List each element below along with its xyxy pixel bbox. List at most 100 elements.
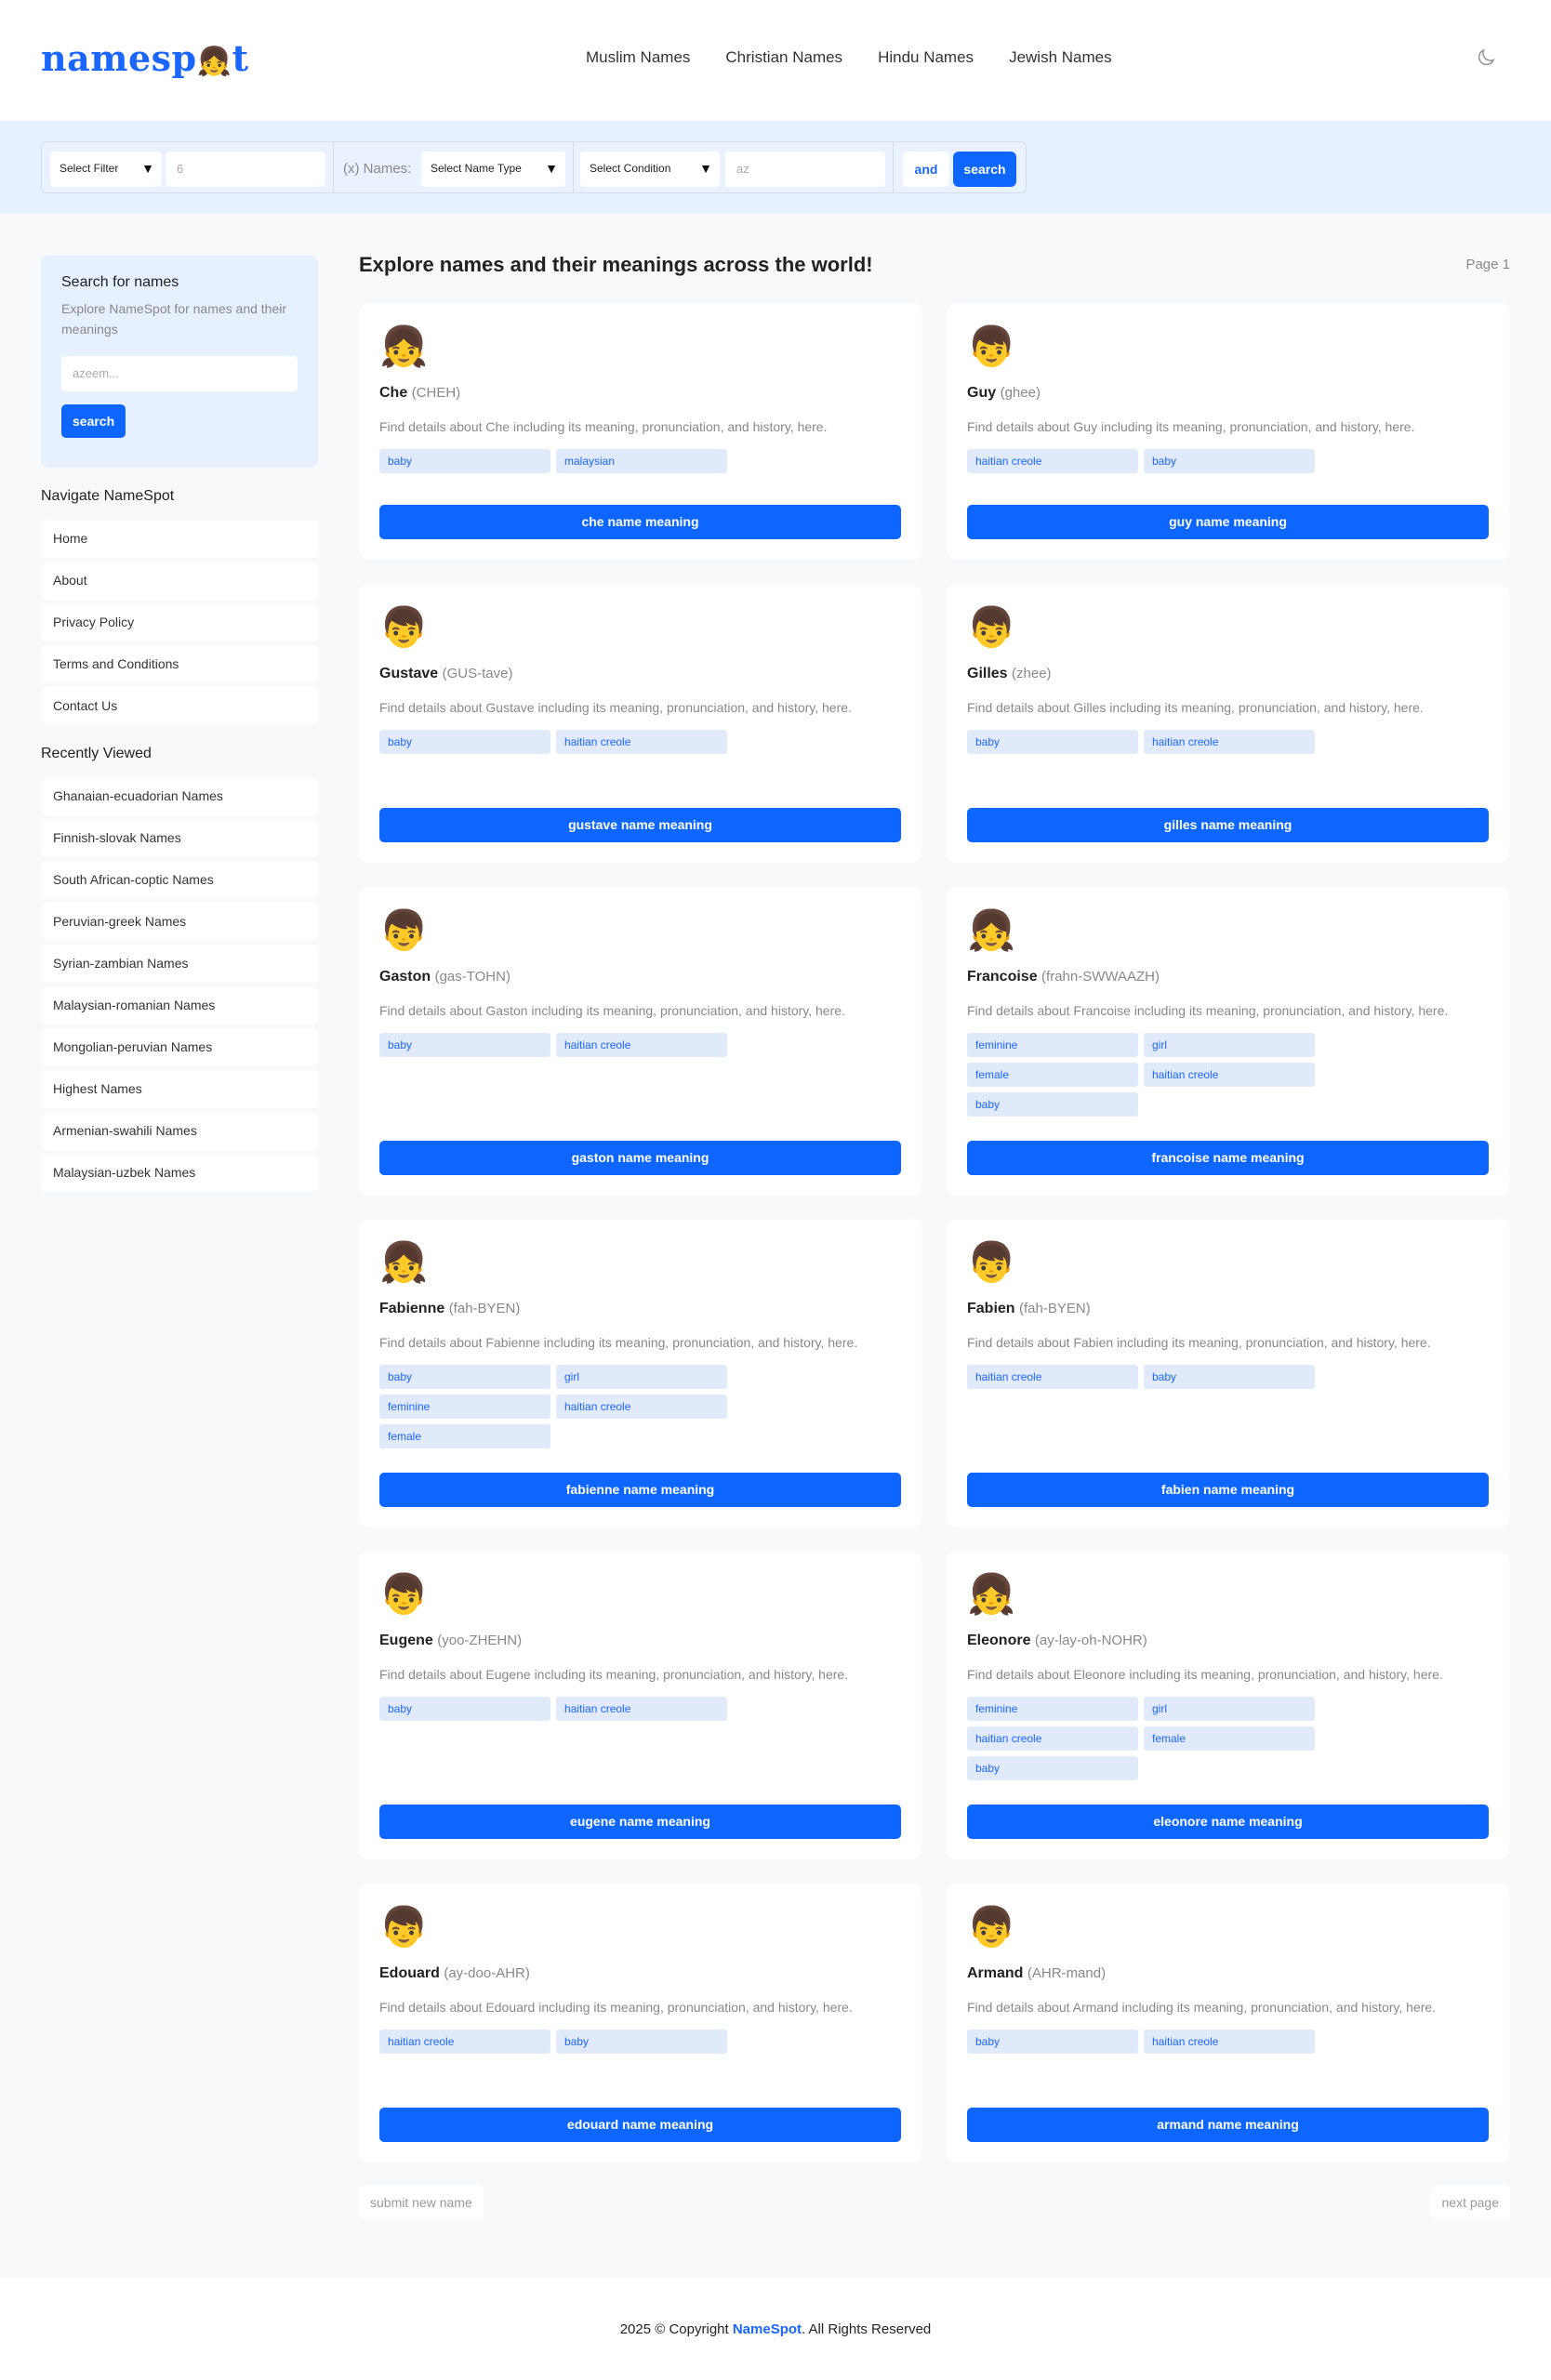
footer-suffix: . All Rights Reserved (802, 2321, 932, 2337)
tag-chip[interactable]: baby (967, 1092, 1138, 1117)
tag-chip[interactable]: haitian creole (1144, 1063, 1315, 1087)
recent-item[interactable]: Highest Names (41, 1070, 318, 1108)
card-tags: haitian creole baby (967, 1365, 1488, 1389)
card-name[interactable]: Guy (ghee) (967, 385, 1489, 402)
tag-chip[interactable]: baby (1144, 449, 1315, 473)
tag-chip[interactable]: female (1144, 1726, 1315, 1751)
girl-emoji-icon: 👧 (967, 1572, 1016, 1616)
sidebar-item-home[interactable]: Home (41, 520, 318, 558)
card-tags: haitian creole baby (379, 2030, 900, 2054)
tag-chip[interactable]: haitian creole (379, 2030, 550, 2054)
name-meaning-button[interactable]: guy name meaning (967, 505, 1489, 539)
text-input[interactable]: az (725, 152, 885, 187)
card-name[interactable]: Francoise (frahn-SWWAAZH) (967, 969, 1489, 985)
tag-chip[interactable]: girl (1144, 1697, 1315, 1721)
name-meaning-button[interactable]: fabien name meaning (967, 1473, 1489, 1507)
tag-chip[interactable]: girl (1144, 1033, 1315, 1057)
select-condition-dropdown[interactable]: Select Condition ▼ (580, 152, 720, 187)
recent-item[interactable]: Malaysian-romanian Names (41, 986, 318, 1025)
tag-chip[interactable]: baby (379, 449, 550, 473)
recent-item[interactable]: Mongolian-peruvian Names (41, 1028, 318, 1066)
recently-viewed-list: Ghanaian-ecuadorian Names Finnish-slovak… (41, 777, 318, 1192)
tag-chip[interactable]: baby (967, 730, 1138, 754)
sidebar-item-contact[interactable]: Contact Us (41, 687, 318, 725)
name-meaning-button[interactable]: eugene name meaning (379, 1805, 901, 1839)
sidebar-search-input[interactable]: azeem... (61, 356, 298, 391)
card-name[interactable]: Edouard (ay-doo-AHR) (379, 1965, 901, 1982)
tag-chip[interactable]: female (379, 1424, 550, 1448)
tag-chip[interactable]: haitian creole (967, 449, 1138, 473)
sidebar-item-terms[interactable]: Terms and Conditions (41, 645, 318, 683)
sidebar-item-about[interactable]: About (41, 562, 318, 600)
name-meaning-button[interactable]: gilles name meaning (967, 808, 1489, 842)
tag-chip[interactable]: feminine (967, 1033, 1138, 1057)
tag-chip[interactable]: haitian creole (1144, 2030, 1315, 2054)
recent-item[interactable]: South African-coptic Names (41, 861, 318, 899)
card-name-text: Gaston (379, 969, 431, 985)
tag-chip[interactable]: malaysian (556, 449, 727, 473)
recent-item[interactable]: Armenian-swahili Names (41, 1112, 318, 1150)
and-button[interactable]: and (903, 152, 949, 187)
tag-chip[interactable]: baby (379, 730, 550, 754)
nav-hindu-names[interactable]: Hindu Names (878, 48, 974, 67)
site-logo[interactable]: namesp👧t (41, 37, 249, 79)
tag-chip[interactable]: baby (967, 1756, 1138, 1780)
sidebar-item-privacy-policy[interactable]: Privacy Policy (41, 603, 318, 641)
card-name[interactable]: Gilles (zhee) (967, 666, 1489, 682)
filter-search-button[interactable]: search (953, 152, 1016, 187)
recent-item[interactable]: Peruvian-greek Names (41, 903, 318, 941)
footer-brand-link[interactable]: NameSpot (733, 2321, 802, 2337)
moon-icon[interactable] (1475, 46, 1497, 69)
tag-chip[interactable]: feminine (967, 1697, 1138, 1721)
tag-chip[interactable]: baby (967, 2030, 1138, 2054)
tag-chip[interactable]: baby (379, 1697, 550, 1721)
tag-chip[interactable]: female (967, 1063, 1138, 1087)
tag-chip[interactable]: haitian creole (967, 1365, 1138, 1389)
name-meaning-button[interactable]: che name meaning (379, 505, 901, 539)
card-name[interactable]: Fabienne (fah-BYEN) (379, 1301, 901, 1317)
tag-chip[interactable]: baby (556, 2030, 727, 2054)
tag-chip[interactable]: haitian creole (556, 730, 727, 754)
boy-emoji-icon: 👦 (967, 1240, 1016, 1284)
dropdown-arrow-icon: ▼ (545, 161, 558, 176)
tag-chip[interactable]: baby (379, 1365, 550, 1389)
tag-chip[interactable]: haitian creole (556, 1697, 727, 1721)
card-name[interactable]: Gaston (gas-TOHN) (379, 969, 901, 985)
submit-new-name-button[interactable]: submit new name (359, 2185, 484, 2220)
recent-item[interactable]: Ghanaian-ecuadorian Names (41, 777, 318, 815)
name-meaning-button[interactable]: francoise name meaning (967, 1141, 1489, 1175)
recent-item[interactable]: Syrian-zambian Names (41, 945, 318, 983)
card-name[interactable]: Che (CHEH) (379, 385, 901, 402)
name-meaning-button[interactable]: eleonore name meaning (967, 1805, 1489, 1839)
nav-christian-names[interactable]: Christian Names (725, 48, 842, 67)
card-description: Find details about Guy including its mea… (967, 419, 1415, 434)
card-name[interactable]: Eleonore (ay-lay-oh-NOHR) (967, 1633, 1489, 1649)
sidebar-search-button[interactable]: search (61, 404, 126, 438)
boy-emoji-icon: 👦 (967, 324, 1016, 368)
name-meaning-button[interactable]: armand name meaning (967, 2108, 1489, 2142)
tag-chip[interactable]: baby (379, 1033, 550, 1057)
nav-jewish-names[interactable]: Jewish Names (1009, 48, 1112, 67)
card-name[interactable]: Armand (AHR-mand) (967, 1965, 1489, 1982)
name-meaning-button[interactable]: edouard name meaning (379, 2108, 901, 2142)
name-meaning-button[interactable]: gustave name meaning (379, 808, 901, 842)
card-name[interactable]: Eugene (yoo-ZHEHN) (379, 1633, 901, 1649)
tag-chip[interactable]: haitian creole (1144, 730, 1315, 754)
tag-chip[interactable]: haitian creole (556, 1033, 727, 1057)
tag-chip[interactable]: feminine (379, 1395, 550, 1419)
tag-chip[interactable]: girl (556, 1365, 727, 1389)
nav-muslim-names[interactable]: Muslim Names (586, 48, 690, 67)
card-name[interactable]: Gustave (GUS-tave) (379, 666, 901, 682)
name-meaning-button[interactable]: fabienne name meaning (379, 1473, 901, 1507)
name-meaning-button[interactable]: gaston name meaning (379, 1141, 901, 1175)
select-filter-dropdown[interactable]: Select Filter ▼ (50, 152, 162, 187)
select-name-type-dropdown[interactable]: Select Name Type ▼ (421, 152, 565, 187)
recent-item[interactable]: Finnish-slovak Names (41, 819, 318, 857)
recent-item[interactable]: Malaysian-uzbek Names (41, 1154, 318, 1192)
tag-chip[interactable]: haitian creole (967, 1726, 1138, 1751)
card-name[interactable]: Fabien (fah-BYEN) (967, 1301, 1489, 1317)
next-page-button[interactable]: next page (1430, 2185, 1510, 2220)
tag-chip[interactable]: baby (1144, 1365, 1315, 1389)
number-input[interactable]: 6 (166, 152, 325, 187)
tag-chip[interactable]: haitian creole (556, 1395, 727, 1419)
